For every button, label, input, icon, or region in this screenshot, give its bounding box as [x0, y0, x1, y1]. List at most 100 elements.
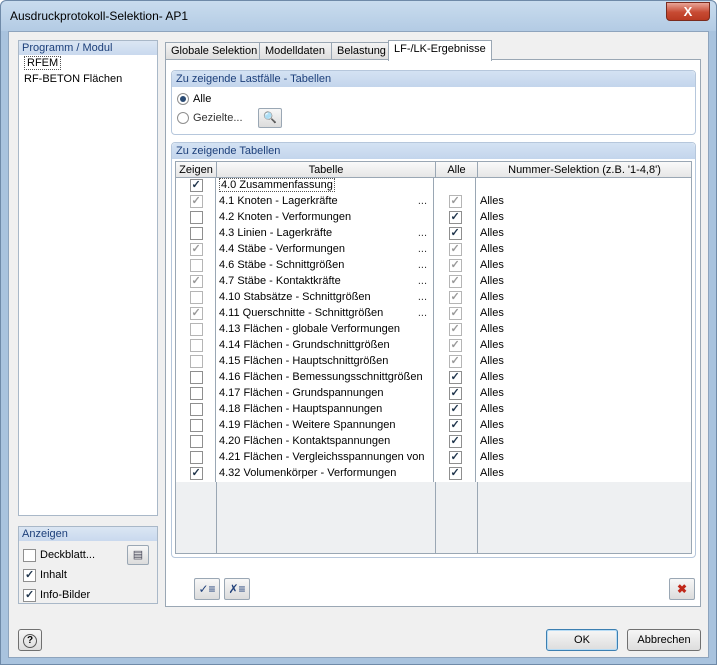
cover-sheet-checkbox[interactable]	[23, 548, 36, 562]
module-item-rf-beton[interactable]: RF-BETON Flächen	[19, 71, 157, 87]
tab-lc-results[interactable]: LF-/LK-Ergebnisse	[388, 40, 492, 61]
all-checkbox[interactable]	[448, 451, 462, 464]
all-checkbox[interactable]	[448, 227, 462, 240]
show-checkbox[interactable]	[189, 195, 203, 208]
table-row[interactable]: 4.20 Flächen - Kontaktspannungen Alles	[176, 434, 691, 450]
all-checkbox[interactable]	[448, 243, 462, 256]
module-item-rfem[interactable]: RFEM	[19, 55, 157, 71]
all-checkbox[interactable]	[448, 419, 462, 432]
tab-global-selection[interactable]: Globale Selektion	[165, 42, 260, 60]
select-loadcases-button[interactable]: 🔍	[258, 108, 282, 128]
all-checkbox[interactable]	[448, 195, 462, 208]
table-row[interactable]: 4.21 Flächen - Vergleichsspannungen von A…	[176, 450, 691, 466]
number-selection-cell[interactable]: Alles	[476, 450, 691, 466]
all-checkbox[interactable]	[448, 403, 462, 416]
table-row[interactable]: 4.13 Flächen - globale Verformungen Alles	[176, 322, 691, 338]
cover-sheet-option[interactable]: Deckblatt...	[23, 547, 95, 563]
tab-model-data[interactable]: Modelldaten	[259, 42, 332, 60]
cancel-button[interactable]: Abbrechen	[627, 629, 701, 651]
table-row[interactable]: 4.17 Flächen - Grundspannungen Alles	[176, 386, 691, 402]
show-checkbox[interactable]	[189, 291, 203, 304]
number-selection-cell[interactable]: Alles	[476, 274, 691, 290]
number-selection-cell[interactable]: Alles	[476, 322, 691, 338]
loadcases-selected-option[interactable]: Gezielte...	[177, 110, 243, 126]
options-ellipsis-button[interactable]: ...	[418, 290, 427, 305]
ok-button[interactable]: OK	[546, 629, 618, 651]
number-selection-cell[interactable]: Alles	[476, 258, 691, 274]
number-selection-cell[interactable]	[476, 178, 691, 194]
show-checkbox[interactable]	[189, 243, 203, 256]
show-checkbox[interactable]	[189, 259, 203, 272]
number-selection-cell[interactable]: Alles	[476, 226, 691, 242]
table-row[interactable]: 4.4 Stäbe - Verformungen... Alles	[176, 242, 691, 258]
number-selection-cell[interactable]: Alles	[476, 354, 691, 370]
show-checkbox[interactable]	[189, 403, 203, 416]
contents-option[interactable]: Inhalt	[23, 567, 67, 583]
number-selection-cell[interactable]: Alles	[476, 370, 691, 386]
show-checkbox[interactable]	[189, 371, 203, 384]
table-row[interactable]: 4.18 Flächen - Hauptspannungen Alles	[176, 402, 691, 418]
all-checkbox[interactable]	[448, 467, 462, 480]
table-row[interactable]: 4.3 Linien - Lagerkräfte... Alles	[176, 226, 691, 242]
check-all-button[interactable]: ✓≡	[194, 578, 220, 600]
number-selection-cell[interactable]: Alles	[476, 210, 691, 226]
all-checkbox[interactable]	[448, 211, 462, 224]
table-row[interactable]: 4.11 Querschnitte - Schnittgrößen... Alle…	[176, 306, 691, 322]
options-ellipsis-button[interactable]: ...	[418, 274, 427, 289]
number-selection-cell[interactable]: Alles	[476, 290, 691, 306]
contents-checkbox[interactable]	[23, 568, 36, 582]
loadcases-all-option[interactable]: Alle	[177, 91, 211, 107]
options-ellipsis-button[interactable]: ...	[418, 226, 427, 241]
uncheck-all-button[interactable]: ✗≡	[224, 578, 250, 600]
show-checkbox[interactable]	[189, 275, 203, 288]
number-selection-cell[interactable]: Alles	[476, 306, 691, 322]
table-row[interactable]: 4.32 Volumenkörper - Verformungen Alles	[176, 466, 691, 482]
number-selection-cell[interactable]: Alles	[476, 402, 691, 418]
show-checkbox[interactable]	[189, 339, 203, 352]
help-button[interactable]: ?	[18, 629, 42, 651]
options-ellipsis-button[interactable]: ...	[418, 194, 427, 209]
all-checkbox[interactable]	[448, 323, 462, 336]
tab-loading[interactable]: Belastung	[331, 42, 389, 60]
number-selection-cell[interactable]: Alles	[476, 386, 691, 402]
show-checkbox[interactable]	[189, 211, 203, 224]
show-checkbox[interactable]	[189, 227, 203, 240]
options-ellipsis-button[interactable]: ...	[418, 242, 427, 257]
show-checkbox[interactable]	[189, 387, 203, 400]
loadcases-all-radio[interactable]	[177, 93, 189, 105]
table-row[interactable]: 4.7 Stäbe - Kontaktkräfte... Alles	[176, 274, 691, 290]
table-row[interactable]: 4.10 Stabsätze - Schnittgrößen... Alles	[176, 290, 691, 306]
show-checkbox[interactable]	[189, 419, 203, 432]
all-checkbox[interactable]	[448, 275, 462, 288]
all-checkbox[interactable]	[448, 387, 462, 400]
options-ellipsis-button[interactable]: ...	[418, 306, 427, 321]
table-row[interactable]: 4.19 Flächen - Weitere Spannungen Alles	[176, 418, 691, 434]
all-checkbox[interactable]	[448, 339, 462, 352]
show-checkbox[interactable]	[189, 323, 203, 336]
show-checkbox[interactable]	[189, 435, 203, 448]
options-ellipsis-button[interactable]: ...	[418, 258, 427, 273]
table-row[interactable]: 4.16 Flächen - Bemessungsschnittgrößen Al…	[176, 370, 691, 386]
show-checkbox[interactable]	[189, 179, 203, 192]
number-selection-cell[interactable]: Alles	[476, 434, 691, 450]
table-row[interactable]: 4.2 Knoten - Verformungen Alles	[176, 210, 691, 226]
show-checkbox[interactable]	[189, 355, 203, 368]
col-header-all[interactable]: Alle	[436, 162, 478, 177]
all-checkbox[interactable]	[448, 371, 462, 384]
loadcases-selected-radio[interactable]	[177, 112, 189, 124]
number-selection-cell[interactable]: Alles	[476, 466, 691, 482]
show-checkbox[interactable]	[189, 467, 203, 480]
all-checkbox[interactable]	[448, 307, 462, 320]
number-selection-cell[interactable]: Alles	[476, 418, 691, 434]
all-checkbox[interactable]	[448, 291, 462, 304]
all-checkbox[interactable]	[448, 435, 462, 448]
table-row[interactable]: 4.6 Stäbe - Schnittgrößen... Alles	[176, 258, 691, 274]
table-row[interactable]: 4.1 Knoten - Lagerkräfte... Alles	[176, 194, 691, 210]
col-header-selection[interactable]: Nummer-Selektion (z.B. '1-4,8')	[478, 162, 691, 177]
info-images-checkbox[interactable]	[23, 588, 36, 602]
number-selection-cell[interactable]: Alles	[476, 338, 691, 354]
col-header-show[interactable]: Zeigen	[176, 162, 217, 177]
close-button[interactable]: X	[666, 2, 710, 21]
info-images-option[interactable]: Info-Bilder	[23, 587, 90, 603]
all-checkbox[interactable]	[448, 355, 462, 368]
